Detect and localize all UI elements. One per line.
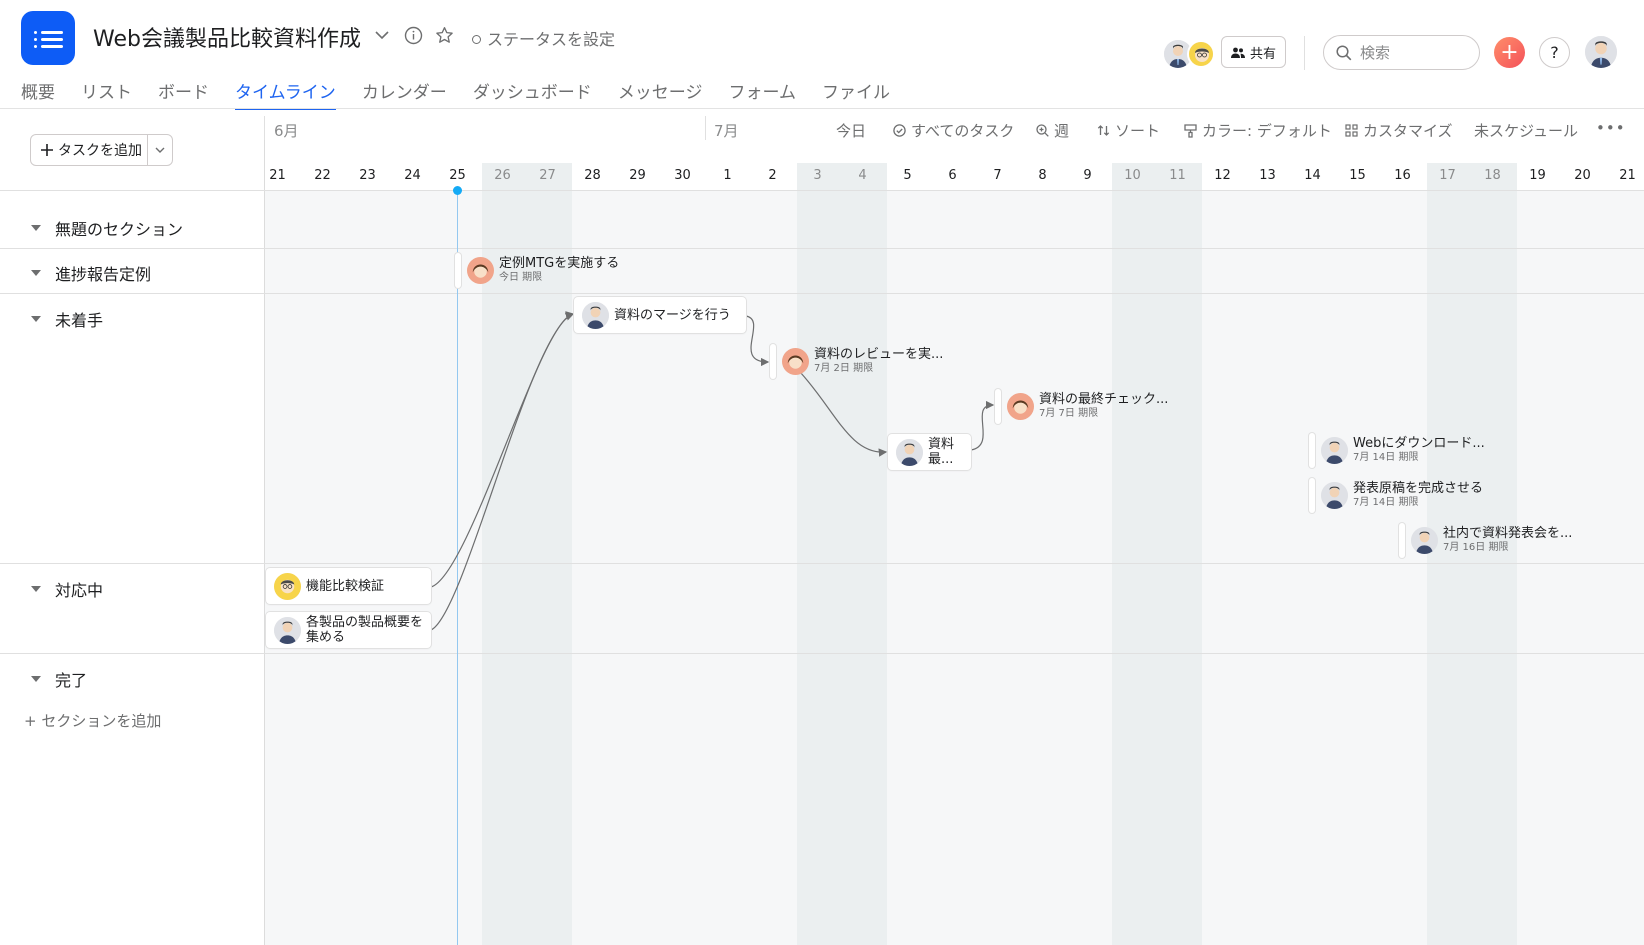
task-collect-overviews[interactable]: 各製品の製品概要を 集める	[266, 612, 431, 648]
task-feature-comparison[interactable]: 機能比較検証	[266, 568, 431, 604]
assignee-avatar	[1007, 392, 1034, 420]
assignee-avatar	[582, 301, 609, 329]
assignee-avatar	[274, 616, 301, 644]
task-date-handle[interactable]	[770, 344, 776, 379]
task-date-handle[interactable]	[1309, 478, 1315, 513]
task-teirei-mtg[interactable]: 定例MTGを実施する 今日 期限	[467, 256, 619, 284]
task-web-download[interactable]: Webにダウンロード... 7月 14日 期限	[1321, 436, 1485, 464]
task-review-documents[interactable]: 資料のレビューを実... 7月 2日 期限	[782, 347, 943, 375]
task-final-check[interactable]: 資料の最終チェック... 7月 7日 期限	[1007, 392, 1168, 420]
assignee-avatar	[1321, 481, 1348, 509]
task-merge-documents[interactable]: 資料のマージを行う	[574, 297, 746, 333]
task-internal-presentation[interactable]: 社内で資料発表会を... 7月 16日 期限	[1411, 526, 1572, 554]
assignee-avatar	[782, 347, 809, 375]
task-date-handle[interactable]	[1399, 523, 1405, 558]
task-date-handle[interactable]	[995, 389, 1001, 424]
task-presentation-script[interactable]: 発表原稿を完成させる 7月 14日 期限	[1321, 481, 1483, 509]
assignee-avatar	[1321, 436, 1348, 464]
task-date-handle[interactable]	[1309, 433, 1315, 468]
task-date-handle[interactable]	[455, 253, 461, 288]
dependency-arrows	[430, 311, 995, 631]
assignee-avatar	[467, 256, 494, 284]
task-final-document[interactable]: 資料 最...	[888, 434, 971, 470]
assignee-avatar	[896, 438, 923, 466]
assignee-avatar	[274, 572, 301, 600]
assignee-avatar	[1411, 526, 1438, 554]
